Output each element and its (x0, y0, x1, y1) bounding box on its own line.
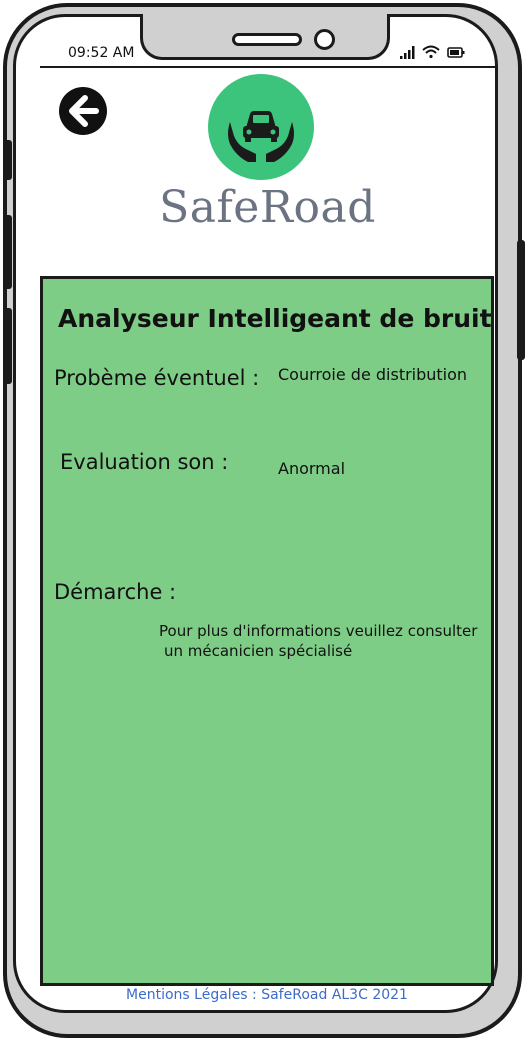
brand-name: SafeRoad (159, 182, 376, 233)
back-button[interactable] (58, 86, 108, 136)
arrow-left-icon (59, 87, 107, 135)
panel-title: Analyseur Intelligeant de bruit (58, 304, 492, 333)
approach-text-line2: un mécanicien spécialisé (164, 642, 353, 660)
volume-down-button (4, 308, 12, 384)
wifi-icon (422, 45, 440, 59)
phone-mockup: 09:52 AM SafeRoad Analyseur Intelligeant… (0, 0, 529, 1043)
mute-switch (4, 140, 12, 180)
front-camera (314, 29, 335, 50)
status-time: 09:52 AM (68, 45, 135, 61)
evaluation-label: Evaluation son : (60, 450, 229, 474)
car-in-hands-icon (228, 111, 294, 162)
problem-value: Courroie de distribution (278, 365, 468, 384)
approach-label: Démarche : (54, 580, 177, 604)
logo (208, 74, 314, 180)
evaluation-value: Anormal (278, 459, 346, 478)
volume-up-button (4, 215, 12, 289)
speaker-grille (232, 33, 302, 46)
approach-text-line1: Pour plus d'informations veuillez consul… (159, 622, 478, 640)
problem-label: Probème éventuel : (54, 366, 260, 390)
signal-icon (400, 46, 415, 59)
legal-notice-link[interactable]: Mentions Légales : SafeRoad AL3C 2021 (40, 987, 494, 1003)
status-divider (40, 66, 496, 68)
status-icons (400, 45, 465, 59)
power-button (517, 240, 525, 360)
battery-icon (447, 47, 465, 58)
